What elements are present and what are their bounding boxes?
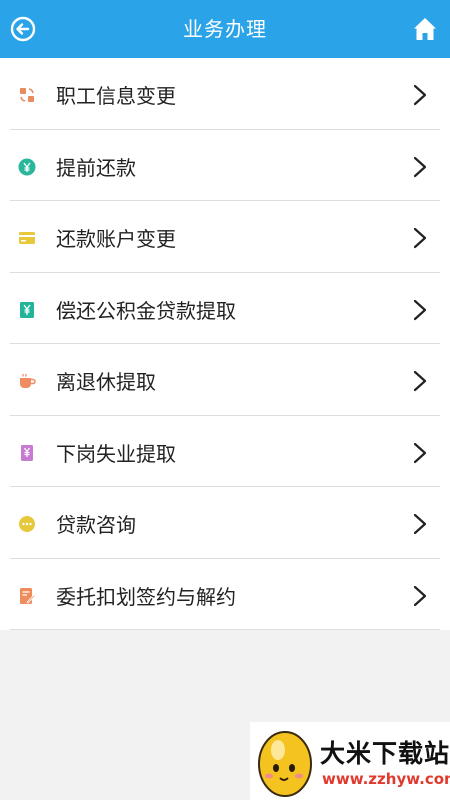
watermark-site-name: 大米下载站 — [320, 739, 450, 768]
chevron-right-icon — [413, 442, 427, 463]
menu-item-retirement-withdrawal[interactable]: 离退休提取 — [0, 344, 450, 416]
egg-mascot-logo — [258, 731, 312, 797]
watermark-site-url: www.zzhyw.com — [322, 770, 450, 788]
document-yuan-icon — [21, 444, 33, 461]
menu-item-label: 提前还款 — [56, 155, 136, 180]
page-title: 业务办理 — [183, 17, 267, 41]
home-icon[interactable] — [412, 16, 438, 42]
edit-document-icon — [20, 587, 36, 604]
menu-item-early-repayment[interactable]: 提前还款 — [0, 130, 450, 201]
menu-item-loan-consultation[interactable]: 贷款咨询 — [0, 487, 450, 559]
chevron-right-icon — [413, 299, 427, 320]
coffee-cup-icon — [20, 374, 36, 388]
info-change-icon — [20, 88, 34, 102]
card-icon — [19, 232, 35, 244]
chevron-right-icon — [413, 84, 427, 106]
menu-item-label: 还款账户变更 — [56, 227, 176, 251]
chevron-right-icon — [413, 370, 427, 392]
menu-item-staff-info-change[interactable]: 职工信息变更 — [0, 58, 450, 130]
menu-item-label: 贷款咨询 — [56, 513, 136, 537]
chat-bubble-icon — [19, 516, 35, 532]
header-bar: 业务办理 — [0, 0, 450, 58]
menu-item-label: 职工信息变更 — [56, 84, 176, 108]
chevron-right-icon — [413, 156, 427, 177]
menu-item-provident-fund-loan-withdrawal[interactable]: 偿还公积金贷款提取 — [0, 273, 450, 344]
menu-item-label: 下岗失业提取 — [56, 441, 176, 466]
chevron-right-icon — [413, 513, 427, 535]
menu-item-label: 偿还公积金贷款提取 — [56, 298, 236, 323]
chevron-right-icon — [413, 585, 427, 606]
menu-item-label: 委托扣划签约与解约 — [56, 584, 236, 609]
menu-item-repayment-account-change[interactable]: 还款账户变更 — [0, 201, 450, 273]
menu-item-label: 离退休提取 — [56, 370, 156, 394]
menu-item-unemployment-withdrawal[interactable]: 下岗失业提取 — [0, 416, 450, 487]
chevron-right-icon — [413, 227, 427, 249]
divider — [10, 629, 440, 630]
yuan-circle-icon — [18, 158, 36, 175]
receipt-yuan-icon — [20, 301, 34, 318]
service-menu-list: 职工信息变更 提前还款 还款账户变更 偿还公积金贷款提取 离退休提取 下岗失业提… — [0, 58, 450, 630]
site-watermark: 大米下载站 www.zzhyw.com — [250, 722, 450, 800]
menu-item-entrusted-deduction-contract[interactable]: 委托扣划签约与解约 — [0, 559, 450, 630]
